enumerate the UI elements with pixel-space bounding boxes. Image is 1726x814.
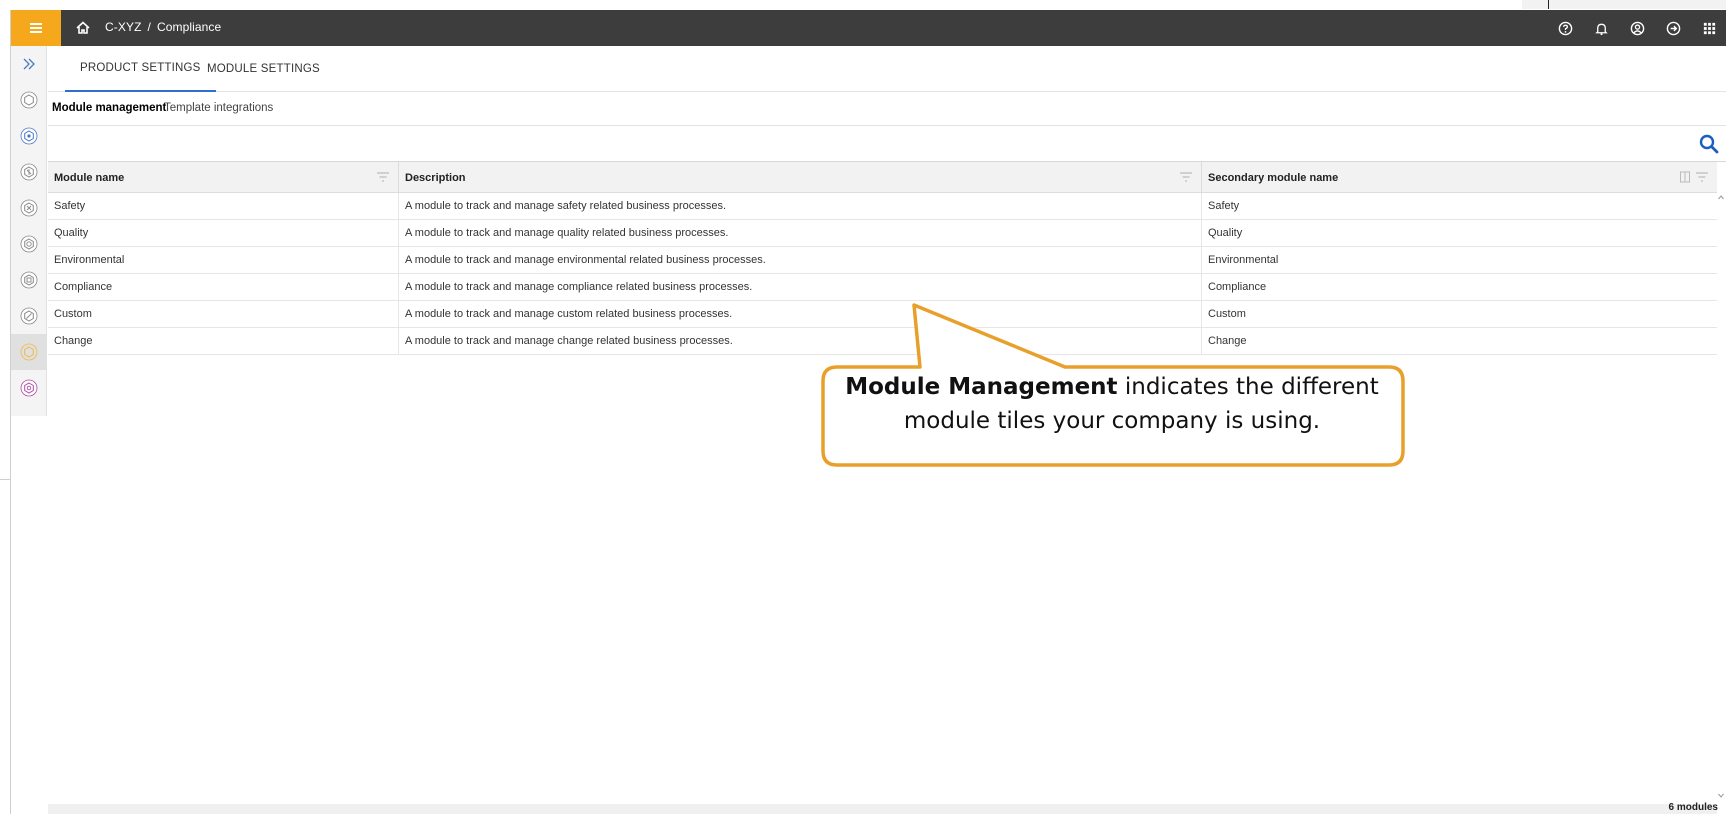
- profile-button[interactable]: [1619, 10, 1655, 46]
- table-footer-bar: [48, 804, 1717, 814]
- cell-module-name: Quality: [48, 220, 399, 247]
- filter-icon[interactable]: [1695, 171, 1709, 183]
- record-count: 6 modules: [1668, 802, 1718, 813]
- cell-secondary-module-name: Compliance: [1208, 281, 1267, 293]
- cell-description: A module to track and manage change rela…: [399, 328, 1202, 355]
- column-header-description[interactable]: Description: [399, 162, 1202, 193]
- rail-item-change[interactable]: [11, 334, 47, 370]
- expand-rail-button[interactable]: [11, 46, 47, 82]
- breadcrumb-item-company[interactable]: C-XYZ: [105, 20, 142, 34]
- rail-item-quality[interactable]: [11, 190, 47, 226]
- table-row[interactable]: Custom A module to track and manage custo…: [48, 301, 1717, 328]
- vertical-scrollbar[interactable]: [1716, 193, 1726, 804]
- quality-hex-icon: [20, 199, 38, 217]
- hamburger-icon: [30, 27, 42, 29]
- cell-description: A module to track and manage quality rel…: [399, 220, 1202, 247]
- cell-module-name: Safety: [48, 193, 399, 220]
- cell-description: A module to track and manage custom rela…: [399, 301, 1202, 328]
- rail-item-module[interactable]: [11, 82, 47, 118]
- bell-icon: [1594, 23, 1608, 35]
- table-row[interactable]: Compliance A module to track and manage c…: [48, 274, 1717, 301]
- rail-item-custom[interactable]: [11, 298, 47, 334]
- callout-bold-term: Module Management: [845, 374, 1118, 400]
- column-header-module-name[interactable]: Module name: [48, 162, 399, 193]
- search-icon[interactable]: [1698, 133, 1720, 155]
- cell-secondary-module-name: Quality: [1208, 227, 1243, 239]
- table-row[interactable]: Safety A module to track and manage safet…: [48, 193, 1717, 220]
- tab-module-settings[interactable]: MODULE SETTINGS: [192, 46, 335, 92]
- table-row[interactable]: Quality A module to track and manage qual…: [48, 220, 1717, 247]
- filter-icon[interactable]: [376, 171, 390, 183]
- custom-hex-icon: [20, 307, 38, 325]
- callout-line2: module tiles your company is using.: [903, 408, 1321, 434]
- notifications-button[interactable]: [1583, 10, 1619, 46]
- column-chooser-icon[interactable]: [1680, 162, 1690, 193]
- logout-button[interactable]: [1655, 10, 1691, 46]
- logout-icon: [1666, 21, 1680, 35]
- breadcrumb-item-current: Compliance: [156, 20, 222, 34]
- column-label: Module name: [54, 172, 125, 184]
- callout-text: Module Management indicates the differen…: [822, 370, 1402, 438]
- column-label: Secondary module name: [1208, 172, 1339, 184]
- sub-navigation: Module management Template integrations: [48, 92, 1726, 126]
- callout-line1: indicates the different: [1117, 374, 1379, 400]
- rail-item-settings[interactable]: [11, 118, 47, 154]
- table-row[interactable]: Environmental A module to track and manag…: [48, 247, 1717, 274]
- left-rail: [11, 46, 47, 416]
- top-bar: C-XYZ / Compliance: [11, 10, 1726, 46]
- change-hex-icon: [20, 343, 38, 361]
- help-button[interactable]: [1547, 10, 1583, 46]
- help-icon: [1558, 21, 1572, 35]
- cell-description: A module to track and manage safety rela…: [399, 193, 1202, 220]
- cell-description: A module to track and manage compliance …: [399, 274, 1202, 301]
- top-bar-actions: [1547, 10, 1726, 46]
- module-hex-icon: [20, 91, 38, 109]
- modules-table: Module name Description Secondary module…: [48, 162, 1717, 804]
- window-edge: [1522, 0, 1726, 9]
- breadcrumb: C-XYZ / Compliance: [105, 20, 221, 34]
- template-hex-icon: [20, 379, 38, 397]
- cell-secondary-module-name: Custom: [1208, 308, 1246, 320]
- cell-secondary-module-name: Safety: [1208, 200, 1240, 212]
- table-row[interactable]: Change A module to track and manage chang…: [48, 328, 1717, 355]
- cell-module-name: Environmental: [48, 247, 399, 274]
- screen: C-XYZ / Compliance PRODUCT SETTINGS MODU…: [0, 0, 1726, 814]
- subtab-module-management[interactable]: Module management: [52, 102, 166, 114]
- home-icon[interactable]: [73, 18, 93, 38]
- rail-item-template[interactable]: [11, 370, 47, 406]
- safety-hex-icon: [20, 163, 38, 181]
- cell-module-name: Custom: [48, 301, 399, 328]
- expand-icon: [23, 58, 35, 70]
- rail-item-environmental[interactable]: [11, 226, 47, 262]
- environmental-hex-icon: [20, 235, 38, 253]
- breadcrumb-separator: /: [147, 20, 151, 34]
- table-header: Module name Description Secondary module…: [48, 162, 1717, 193]
- apps-button[interactable]: [1691, 10, 1726, 46]
- user-icon: [1630, 21, 1644, 35]
- settings-tabs: PRODUCT SETTINGS MODULE SETTINGS: [48, 46, 1726, 92]
- cell-module-name: Change: [48, 328, 399, 355]
- cell-secondary-module-name: Environmental: [1208, 254, 1279, 266]
- window-edge-left: [0, 454, 10, 480]
- column-label: Description: [405, 172, 466, 184]
- cell-description: A module to track and manage environment…: [399, 247, 1202, 274]
- window-edge-tick: [1548, 0, 1549, 9]
- hamburger-menu-button[interactable]: [11, 10, 61, 46]
- apps-grid-icon: [1703, 22, 1715, 34]
- rail-item-safety[interactable]: [11, 154, 47, 190]
- cell-secondary-module-name: Change: [1208, 335, 1247, 347]
- filter-icon[interactable]: [1179, 171, 1193, 183]
- table-toolbar: [48, 126, 1726, 162]
- compliance-hex-icon: [20, 271, 38, 289]
- rail-item-compliance[interactable]: [11, 262, 47, 298]
- cell-module-name: Compliance: [48, 274, 399, 301]
- settings-hex-icon: [20, 127, 38, 145]
- column-header-secondary-module-name[interactable]: Secondary module name: [1202, 162, 1717, 193]
- subtab-template-integrations[interactable]: Template integrations: [164, 102, 273, 114]
